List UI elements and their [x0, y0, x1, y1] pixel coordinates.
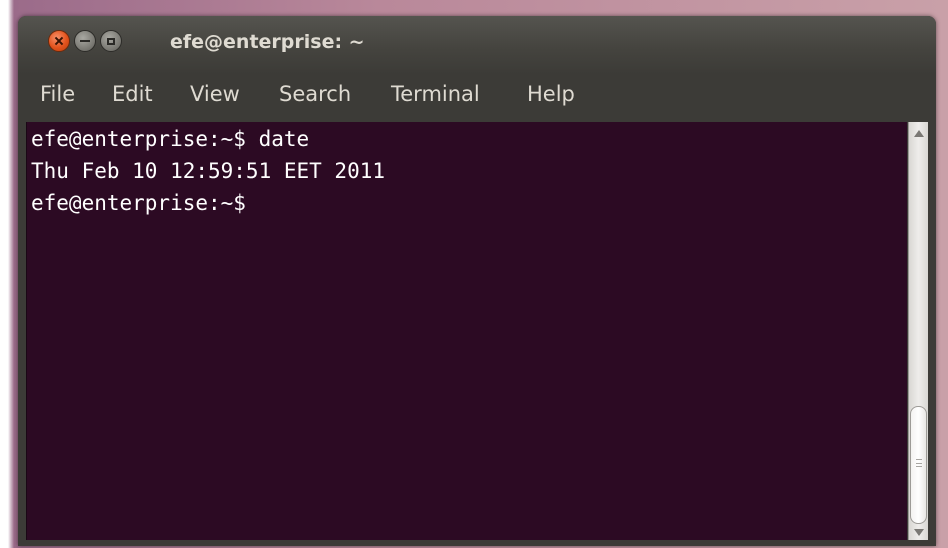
maximize-icon	[107, 37, 115, 45]
menu-edit[interactable]: Edit	[112, 82, 153, 106]
grip-icon	[916, 459, 922, 467]
maximize-button[interactable]	[100, 30, 122, 52]
menu-file[interactable]: File	[40, 82, 75, 106]
minimize-button[interactable]	[74, 30, 96, 52]
menu-search[interactable]: Search	[279, 82, 351, 106]
vertical-scrollbar[interactable]	[908, 122, 928, 540]
menu-view[interactable]: View	[190, 82, 240, 106]
terminal-line-command: efe@enterprise:~$ date	[31, 127, 310, 151]
terminal-output-area[interactable]: efe@enterprise:~$ date Thu Feb 10 12:59:…	[26, 122, 907, 540]
window-bottom-border	[18, 540, 936, 546]
menu-bar: File Edit View Search Terminal Help	[18, 74, 936, 122]
close-button[interactable]	[48, 30, 70, 52]
minimize-icon	[80, 40, 90, 42]
terminal-line-output: Thu Feb 10 12:59:51 EET 2011	[31, 159, 386, 183]
terminal-window: efe@enterprise: ~ File Edit View Search …	[18, 16, 936, 546]
scrollbar-thumb[interactable]	[910, 406, 927, 524]
menu-help[interactable]: Help	[527, 82, 575, 106]
title-bar[interactable]: efe@enterprise: ~	[18, 16, 936, 74]
scroll-down-arrow-icon[interactable]	[914, 529, 924, 536]
menu-terminal[interactable]: Terminal	[391, 82, 480, 106]
close-icon	[54, 36, 64, 46]
terminal-line-prompt: efe@enterprise:~$	[31, 191, 246, 215]
scroll-up-arrow-icon[interactable]	[914, 130, 924, 137]
window-title: efe@enterprise: ~	[170, 31, 365, 53]
